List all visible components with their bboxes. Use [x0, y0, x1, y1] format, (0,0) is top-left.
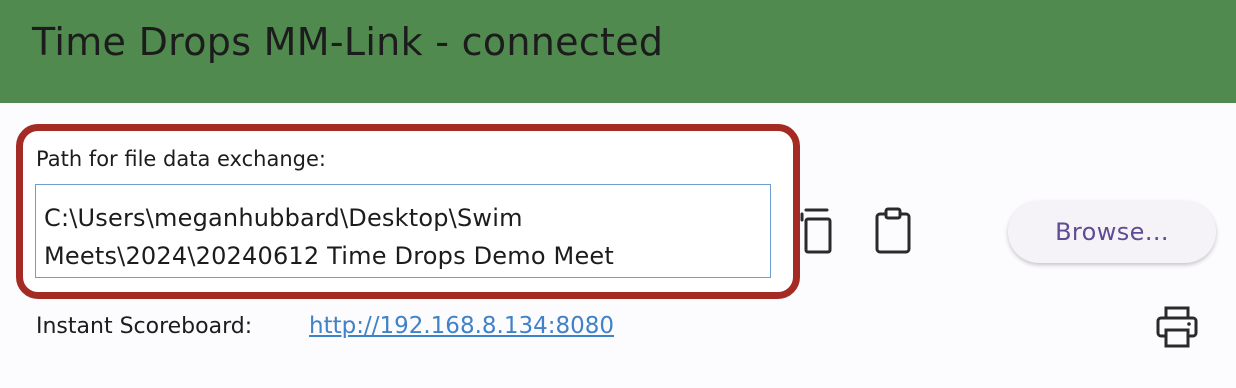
path-label: Path for file data exchange: [36, 147, 326, 171]
path-value-line-1: C:\Users\meganhubbard\Desktop\Swim [44, 204, 523, 232]
paste-button[interactable] [871, 206, 915, 256]
print-button[interactable] [1154, 304, 1200, 350]
scoreboard-label: Instant Scoreboard: [36, 314, 253, 339]
browse-button[interactable]: Browse... [1008, 201, 1216, 263]
scoreboard-url-link[interactable]: http://192.168.8.134:8080 [309, 313, 614, 339]
title-bar: Time Drops MM-Link - connected [0, 0, 1236, 103]
copy-button[interactable] [795, 206, 839, 256]
printer-icon [1156, 306, 1198, 348]
path-input[interactable]: C:\Users\meganhubbard\Desktop\Swim Meets… [35, 184, 771, 278]
window-title: Time Drops MM-Link - connected [32, 20, 664, 64]
path-value-line-2: Meets\2024\20240612 Time Drops Demo Meet [44, 242, 615, 270]
copy-icon [800, 208, 832, 254]
clipboard-icon [875, 207, 911, 254]
